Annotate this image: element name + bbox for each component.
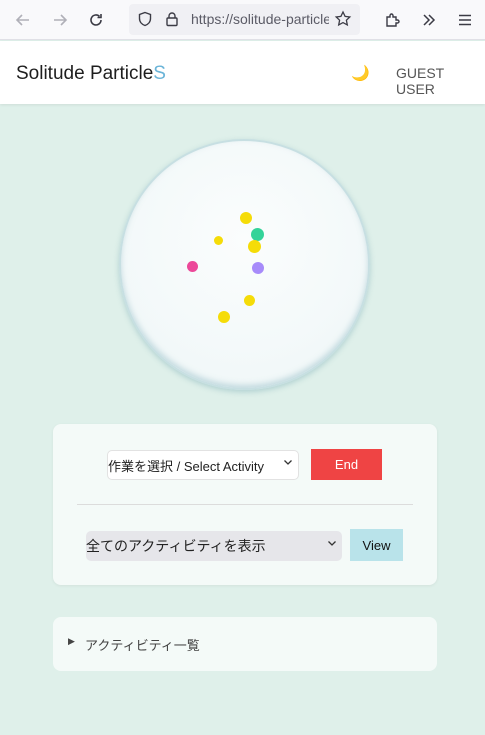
url-bar[interactable]: https://solitude-particles [129, 4, 360, 35]
brand-main: Solitude Particle [16, 63, 154, 84]
particle-dot [186, 260, 198, 272]
url-text[interactable]: https://solitude-particles [191, 11, 329, 27]
particle-dot [218, 311, 230, 323]
lock-icon[interactable] [161, 8, 183, 30]
activity-select[interactable]: 作業を選択 / Select Activity [107, 450, 299, 480]
brand-logo[interactable]: Solitude ParticleS [16, 63, 166, 85]
filter-select-value: 全てのアクティビティを表示 [86, 538, 266, 554]
user-menu[interactable]: GUEST USER [396, 65, 485, 97]
particle-dot [250, 227, 264, 241]
hamburger-icon[interactable] [454, 9, 476, 31]
particle-dot [247, 239, 261, 253]
reload-icon[interactable] [85, 9, 107, 31]
shield-icon[interactable] [134, 8, 156, 30]
browser-toolbar: https://solitude-particles [0, 0, 485, 40]
disclosure-triangle-icon: ▶ [68, 637, 75, 647]
star-icon[interactable] [332, 8, 354, 30]
arrow-left-icon[interactable] [12, 9, 34, 31]
chevron-down-icon [283, 457, 293, 470]
control-card: 作業を選択 / Select Activity End 全てのアクティビティを表… [53, 424, 437, 585]
divider [77, 504, 413, 505]
activity-list-details[interactable]: ▶ アクティビティ一覧 [53, 617, 437, 671]
particle-dot [252, 262, 264, 274]
moon-icon[interactable]: 🌙 [351, 64, 370, 82]
view-button[interactable]: View [350, 529, 403, 561]
particle-dot [243, 294, 255, 306]
activity-filter-select[interactable]: 全てのアクティビティを表示 [86, 531, 342, 561]
app-header: Solitude ParticleS 🌙 GUEST USER [0, 41, 485, 104]
particle-canvas [119, 139, 370, 390]
arrow-right-icon[interactable] [49, 9, 71, 31]
chevron-down-icon [327, 538, 337, 551]
end-button[interactable]: End [311, 449, 382, 480]
puzzle-icon[interactable] [382, 9, 404, 31]
activity-list-summary: アクティビティ一覧 [85, 638, 200, 653]
double-chevron-icon[interactable] [418, 9, 440, 31]
activity-select-value: 作業を選択 / Select Activity [108, 458, 265, 474]
particle-dot [213, 235, 223, 245]
particle-dot [240, 212, 252, 224]
brand-accent: S [153, 63, 166, 84]
